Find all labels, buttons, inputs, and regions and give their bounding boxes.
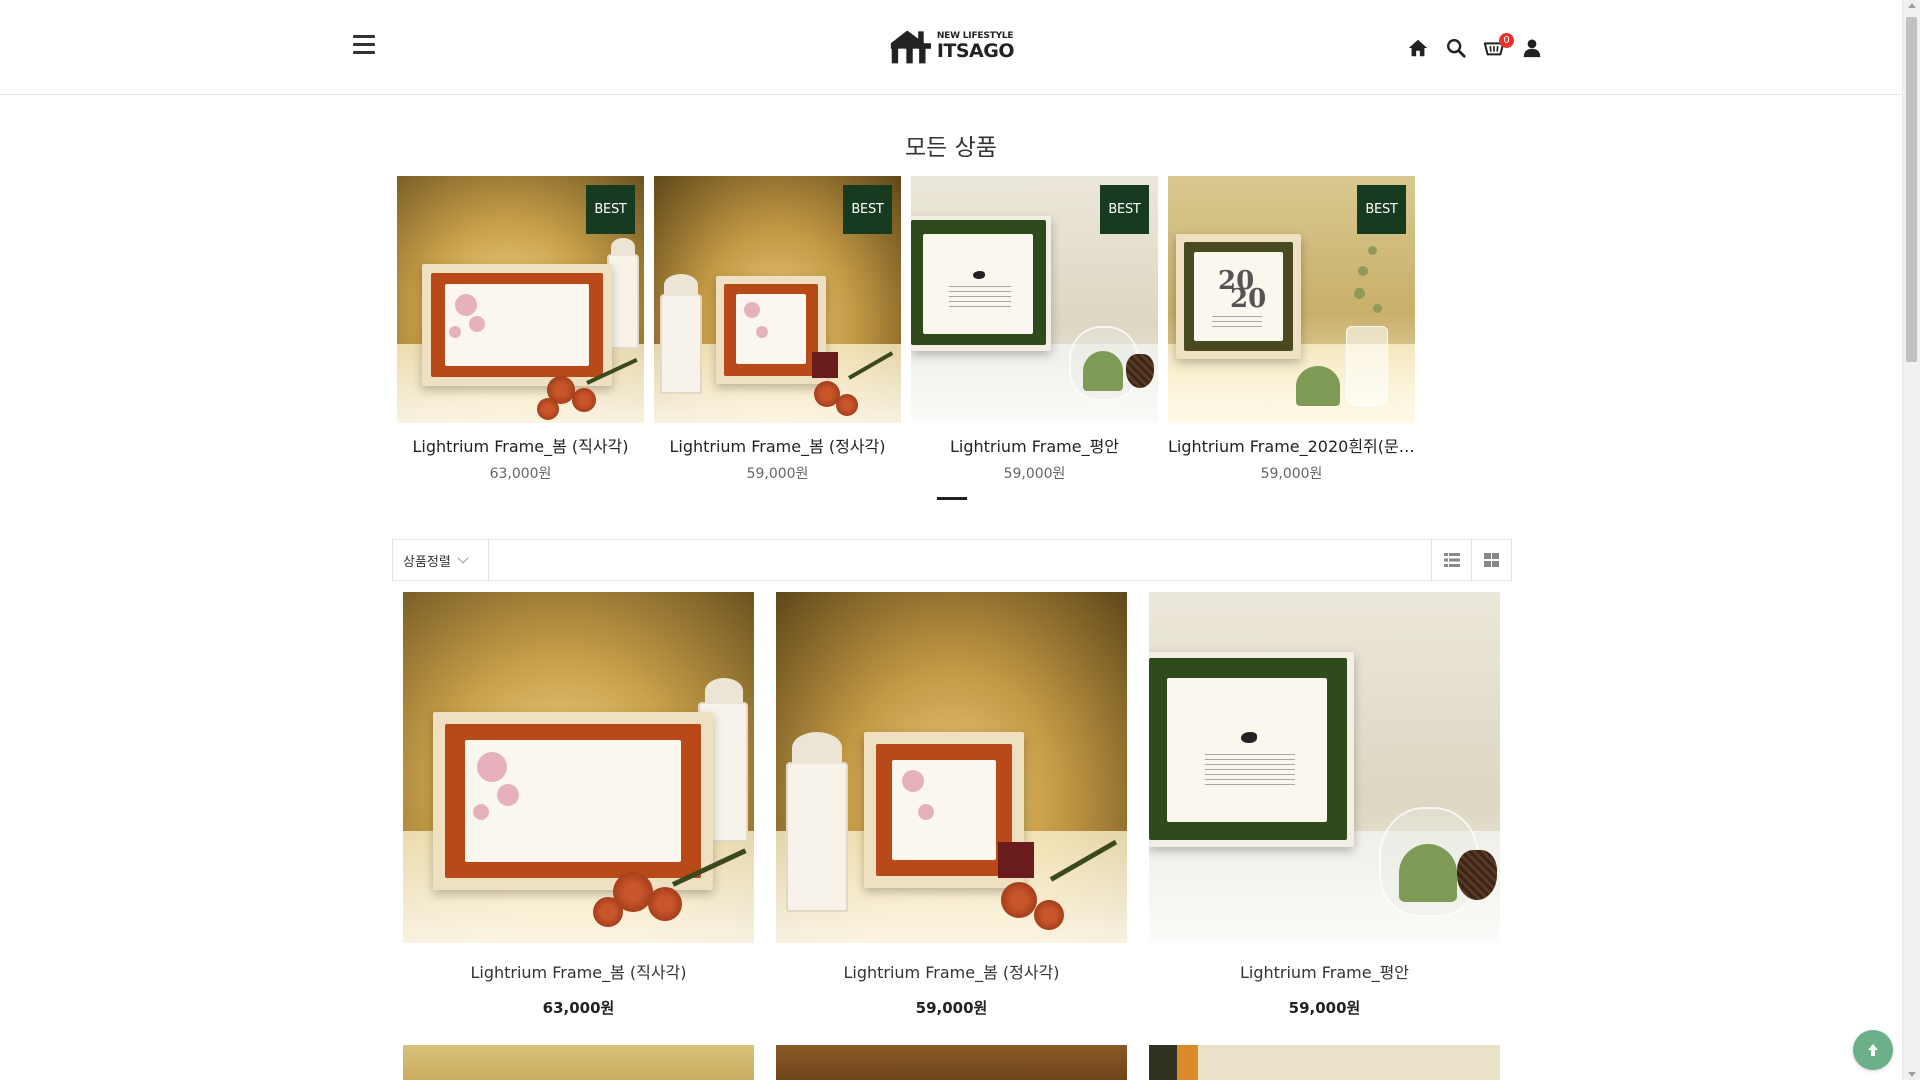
best-product-image[interactable]: 20 20 BEST xyxy=(1168,176,1415,423)
scroll-thumb[interactable] xyxy=(1906,17,1917,362)
best-product-image[interactable]: BEST xyxy=(654,176,901,423)
product-name[interactable]: Lightrium Frame_봄 (직사각) xyxy=(403,959,754,983)
best-badge: BEST xyxy=(843,185,892,234)
product-card[interactable]: Lightrium Frame_봄 (직사각) 63,000원 xyxy=(403,592,754,1018)
best-product-image[interactable]: BEST xyxy=(911,176,1158,423)
best-badge: BEST xyxy=(1357,185,1406,234)
grid-view-icon[interactable] xyxy=(1471,540,1511,580)
page-title: 모든 상품 xyxy=(905,135,997,161)
logo-title: ITSAGO xyxy=(936,39,1015,62)
product-image[interactable] xyxy=(1149,1045,1500,1080)
site-logo[interactable]: NEW LIFESTYLE ITSAGO xyxy=(889,24,1015,68)
sort-dropdown-label: 상품정렬 xyxy=(403,554,451,570)
product-price: 59,000원 xyxy=(915,999,988,1017)
best-badge: BEST xyxy=(586,185,635,234)
product-image[interactable] xyxy=(776,1045,1127,1080)
product-price: 59,000원 xyxy=(1288,999,1361,1017)
page-scrollbar[interactable] xyxy=(1902,0,1920,1080)
product-image[interactable] xyxy=(776,592,1127,943)
arrow-up-icon[interactable] xyxy=(1853,1030,1893,1070)
sort-dropdown[interactable]: 상품정렬 xyxy=(393,540,489,580)
product-name[interactable]: Lightrium Frame_봄 (정사각) xyxy=(776,959,1127,983)
product-image[interactable] xyxy=(1149,592,1500,943)
list-view-icon[interactable] xyxy=(1431,540,1471,580)
best-product-name[interactable]: Lightrium Frame_2020흰쥐(문구… xyxy=(1168,433,1415,457)
chevron-down-icon xyxy=(457,552,469,564)
home-icon[interactable] xyxy=(1406,36,1430,60)
best-product-name[interactable]: Lightrium Frame_봄 (직사각) xyxy=(397,433,644,457)
best-product-name[interactable]: Lightrium Frame_봄 (정사각) xyxy=(654,433,901,457)
best-product-card[interactable]: BEST Lightrium Frame_평안 59,000원 xyxy=(911,176,1158,483)
best-product-card[interactable]: BEST Lightrium Frame_봄 (직사각) 63,000원 xyxy=(397,176,644,483)
cart-icon[interactable]: 0 xyxy=(1482,33,1514,60)
best-badge: BEST xyxy=(1100,185,1149,234)
user-icon[interactable] xyxy=(1520,36,1544,60)
scroll-up-arrow-icon[interactable] xyxy=(1908,3,1916,8)
product-card[interactable]: Lightrium Frame_봄 (정사각) 59,000원 xyxy=(776,592,1127,1018)
best-product-card[interactable]: BEST Lightrium Frame_봄 (정사각) 59,000원 xyxy=(654,176,901,483)
product-card[interactable]: Lightrium Frame_평안 59,000원 xyxy=(1149,592,1500,1018)
best-product-name[interactable]: Lightrium Frame_평안 xyxy=(911,433,1158,457)
best-product-price: 59,000원 xyxy=(746,466,809,482)
best-product-price: 59,000원 xyxy=(1260,466,1323,482)
search-icon[interactable] xyxy=(1444,36,1468,60)
product-name[interactable]: Lightrium Frame_평안 xyxy=(1149,959,1500,983)
best-product-image[interactable]: BEST xyxy=(397,176,644,423)
cart-count-badge: 0 xyxy=(1499,33,1514,48)
product-image[interactable] xyxy=(403,592,754,943)
logo-house-icon xyxy=(890,30,932,64)
scroll-down-arrow-icon[interactable] xyxy=(1908,1072,1916,1077)
sort-toolbar: 상품정렬 xyxy=(392,539,1512,581)
best-products-slider: BEST Lightrium Frame_봄 (직사각) 63,000원 BES… xyxy=(397,176,1417,483)
best-product-price: 59,000원 xyxy=(1003,466,1066,482)
best-product-card[interactable]: 20 20 BEST Lightrium Frame_2020흰쥐(문구… 59… xyxy=(1168,176,1415,483)
product-price: 63,000원 xyxy=(542,999,615,1017)
product-image[interactable] xyxy=(403,1045,754,1080)
slider-pagination-dot[interactable] xyxy=(937,497,967,500)
hamburger-menu-icon[interactable] xyxy=(353,35,375,55)
header-actions: 0 xyxy=(1406,33,1544,60)
site-header: NEW LIFESTYLE ITSAGO 0 xyxy=(0,0,1902,95)
best-product-price: 63,000원 xyxy=(489,466,552,482)
